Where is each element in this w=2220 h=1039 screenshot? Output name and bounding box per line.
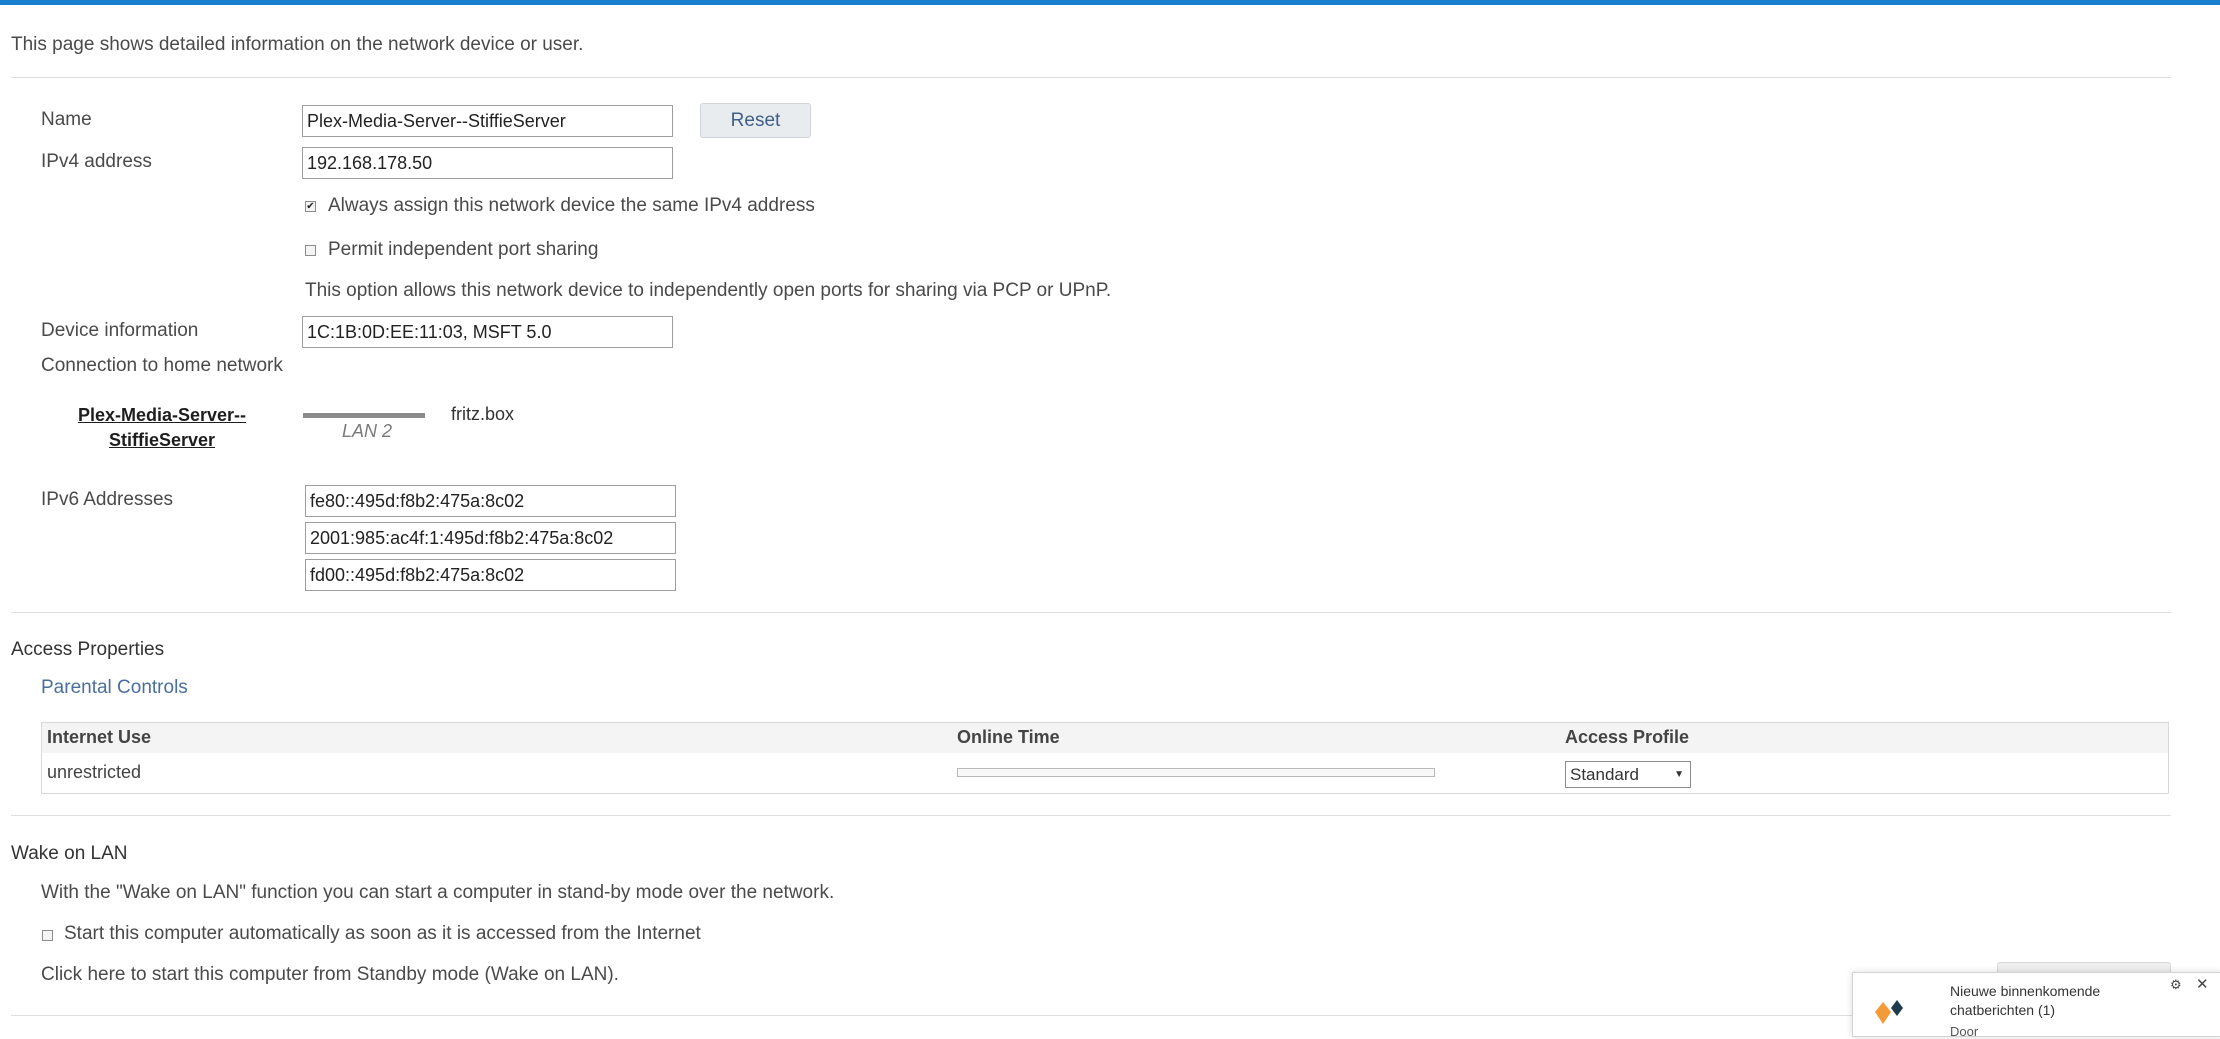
name-label: Name	[41, 109, 92, 130]
ipv6-address-2[interactable]	[305, 522, 676, 554]
wol-description: With the "Wake on LAN" function you can …	[41, 882, 835, 903]
always-assign-checkbox[interactable]: ✔	[305, 201, 316, 212]
name-input[interactable]	[302, 105, 673, 137]
ipv4-input[interactable]	[302, 147, 673, 179]
router-label: fritz.box	[451, 404, 515, 424]
column-access-profile: Access Profile	[1565, 727, 1690, 747]
chat-notification[interactable]: Nieuwe binnenkomende chatberichten (1) D…	[1852, 972, 2220, 1039]
notification-extra: Door	[1950, 1024, 1979, 1039]
divider	[11, 1015, 2171, 1016]
device-name-link[interactable]: Plex-Media-Server-- StiffieServer	[62, 403, 262, 453]
ipv6-address-1[interactable]	[305, 485, 676, 517]
notification-title-line1: Nieuwe binnenkomende	[1950, 983, 2101, 999]
port-label: LAN 2	[342, 421, 393, 441]
connection-line	[303, 413, 425, 418]
internet-use-value: unrestricted	[47, 762, 142, 782]
dropdown-arrow-icon: ▼	[1674, 769, 1684, 780]
column-online-time: Online Time	[957, 727, 1060, 747]
always-assign-label: Always assign this network device the sa…	[328, 195, 815, 216]
reset-button[interactable]: Reset	[700, 103, 811, 138]
access-table: Internet Use Online Time Access Profile …	[41, 722, 2169, 794]
online-time-bar	[957, 768, 1435, 777]
ipv6-label: IPv6 Addresses	[41, 489, 174, 510]
notification-title-line2: chatberichten (1)	[1950, 1002, 2056, 1018]
device-info-label: Device information	[41, 320, 199, 341]
column-internet-use: Internet Use	[47, 727, 152, 747]
app-logo-icon	[1875, 1000, 1903, 1024]
wol-title: Wake on LAN	[11, 843, 128, 864]
close-icon[interactable]: ✕	[2196, 975, 2209, 993]
connection-label: Connection to home network	[41, 355, 283, 376]
permit-sharing-help: This option allows this network device t…	[305, 280, 1112, 301]
device-name-line1: Plex-Media-Server--	[77, 405, 247, 425]
parental-controls-link[interactable]: Parental Controls	[41, 677, 188, 699]
device-name-line2: StiffieServer	[108, 430, 216, 450]
device-info-input[interactable]	[302, 316, 673, 348]
divider	[11, 77, 2171, 78]
divider	[11, 815, 2171, 816]
wol-auto-start-label: Start this computer automatically as soo…	[64, 923, 701, 944]
wol-auto-start-checkbox[interactable]	[42, 930, 53, 941]
access-profile-value: Standard	[1570, 765, 1639, 784]
wol-click-here: Click here to start this computer from S…	[41, 964, 619, 985]
settings-gear-icon[interactable]: ⚙	[2170, 977, 2182, 993]
divider	[11, 612, 2171, 613]
table-header	[42, 723, 2168, 753]
access-profile-select[interactable]: Standard ▼	[1565, 761, 1691, 788]
ipv6-address-3[interactable]	[305, 559, 676, 591]
page-intro: This page shows detailed information on …	[11, 34, 584, 55]
permit-sharing-checkbox[interactable]	[305, 245, 316, 256]
access-properties-title: Access Properties	[11, 639, 165, 660]
top-accent-bar	[0, 0, 2220, 5]
ipv4-label: IPv4 address	[41, 151, 152, 172]
permit-sharing-label: Permit independent port sharing	[328, 239, 599, 260]
